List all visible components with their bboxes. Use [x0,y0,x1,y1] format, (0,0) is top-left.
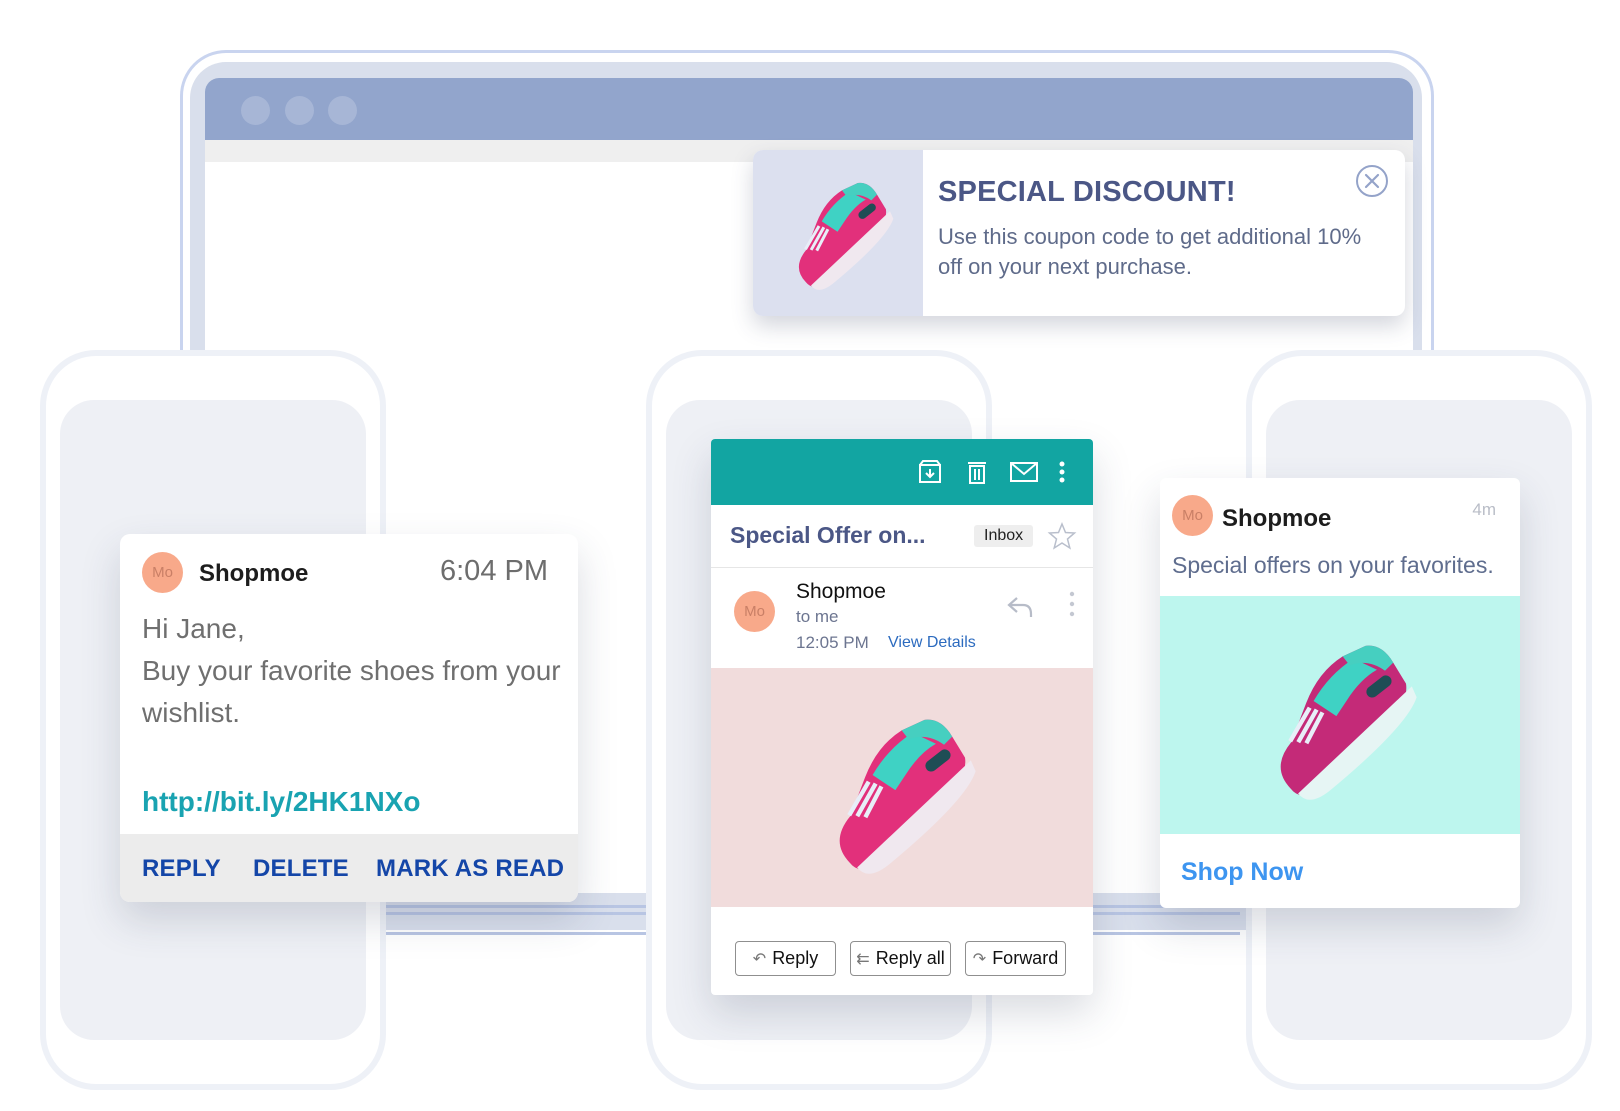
sms-message-body: Hi Jane, Buy your favorite shoes from yo… [142,608,562,734]
push-notification: Mo Shopmoe 4m Special offers on your fav… [1160,478,1520,908]
reply-all-label: Reply all [875,948,945,968]
more-vertical-icon[interactable] [1067,589,1077,619]
reply-label: Reply [772,948,819,968]
mail-icon[interactable] [1009,459,1039,485]
reply-all-icon: ⇇ [856,951,870,968]
sms-action-bar: REPLY DELETE MARK AS READ [120,834,578,902]
window-control-dot[interactable] [285,96,314,125]
discount-popup: SPECIAL DISCOUNT! Use this coupon code t… [753,150,1405,316]
sms-message: Buy your favorite shoes from your wishli… [142,655,561,728]
view-details-link[interactable]: View Details [888,634,976,652]
email-product-image [711,668,1093,907]
email-reply-button[interactable]: ↶ Reply [735,941,836,976]
more-vertical-icon[interactable] [1057,459,1067,485]
email-reply-all-button[interactable]: ⇇ Reply all [850,941,951,976]
push-message: Special offers on your favorites. [1172,552,1494,578]
email-subject: Special Offer on... [730,522,926,548]
forward-label: Forward [992,948,1059,968]
sms-reply-button[interactable]: REPLY [142,855,221,883]
divider [711,567,1093,568]
sms-notification: Mo Shopmoe 6:04 PM Hi Jane, Buy your fav… [120,534,578,902]
push-product-image [1160,596,1520,834]
sms-delete-button[interactable]: DELETE [253,855,349,883]
close-circle-icon[interactable] [1355,164,1389,198]
reply-icon: ↶ [752,951,767,968]
forward-icon: ↷ [972,951,987,968]
sneaker-image [798,182,894,290]
push-timestamp: 4m [1472,500,1496,519]
email-forward-button[interactable]: ↷ Forward [965,941,1066,976]
sms-sender: Shopmoe [199,560,309,587]
email-sender: Shopmoe [796,580,886,603]
shop-now-button[interactable]: Shop Now [1181,858,1303,887]
popup-product-image [753,150,923,316]
avatar: Mo [142,552,183,593]
browser-titlebar [205,78,1413,140]
sms-greeting: Hi Jane, [142,613,245,644]
star-icon[interactable] [1047,521,1077,551]
popup-title: SPECIAL DISCOUNT! [938,176,1236,208]
sneaker-image [839,719,976,874]
popup-message: Use this coupon code to get additional 1… [938,224,1362,279]
window-control-dot[interactable] [241,96,270,125]
email-timestamp: 12:05 PM [796,633,869,652]
trash-icon[interactable] [964,459,990,485]
archive-icon[interactable] [917,459,943,485]
sneaker-image [1280,645,1417,800]
sms-link[interactable]: http://bit.ly/2HK1NXo [142,786,420,818]
push-sender: Shopmoe [1222,505,1332,532]
sms-timestamp: 6:04 PM [440,555,548,587]
avatar: Mo [1172,495,1213,536]
avatar: Mo [734,591,775,632]
email-recipient: to me [796,607,839,626]
reply-icon[interactable] [1005,594,1035,620]
window-control-dot[interactable] [328,96,357,125]
sms-mark-as-read-button[interactable]: MARK AS READ [376,855,564,883]
email-view: Special Offer on... Inbox Mo Shopmoe to … [711,439,1093,995]
inbox-label[interactable]: Inbox [974,525,1034,547]
email-toolbar [711,439,1093,505]
